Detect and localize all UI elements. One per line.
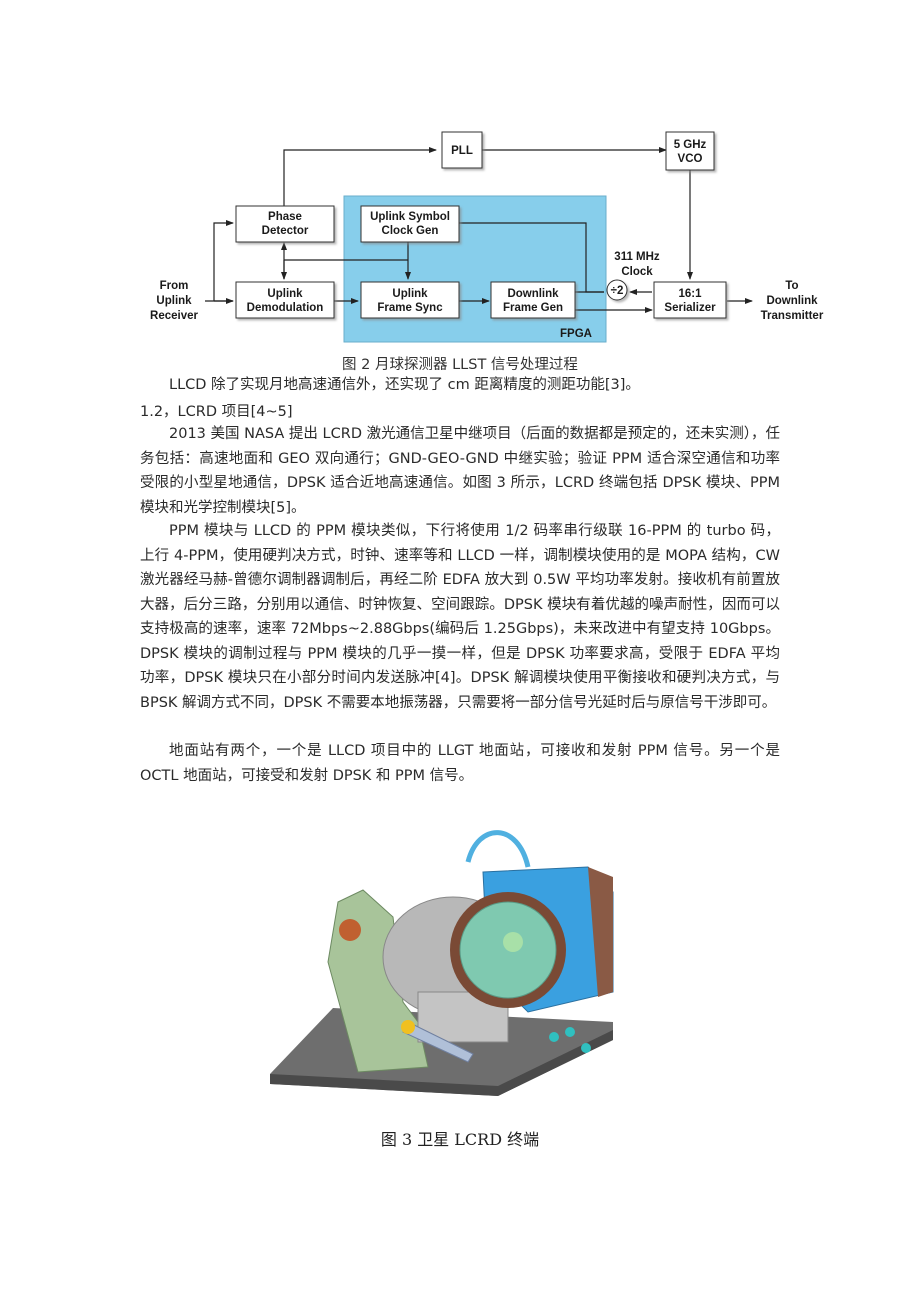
- clock-label: 311 MHz: [614, 251, 660, 263]
- svg-text:Serializer: Serializer: [664, 302, 716, 314]
- paragraph-ground-stations: 地面站有两个，一个是 LLCD 项目中的 LLGT 地面站，可接收和发射 PPM…: [140, 743, 780, 784]
- svg-text:VCO: VCO: [678, 153, 703, 165]
- fpga-label: FPGA: [560, 328, 592, 340]
- svg-text:Frame Sync: Frame Sync: [377, 302, 443, 314]
- svg-text:Demodulation: Demodulation: [247, 302, 324, 314]
- svg-text:Clock Gen: Clock Gen: [382, 225, 439, 237]
- phase-detector-block: Phase Detector: [235, 205, 335, 243]
- svg-text:Uplink Symbol: Uplink Symbol: [370, 211, 450, 223]
- svg-text:Frame Gen: Frame Gen: [503, 302, 563, 314]
- paragraph-lcrd-overview: 2013 美国 NASA 提出 LCRD 激光通信卫星中继项目（后面的数据都是预…: [140, 426, 780, 516]
- figure-2-caption: 图 2 月球探测器 LLST 信号处理过程: [342, 357, 578, 373]
- svg-text:Downlink: Downlink: [507, 288, 559, 300]
- svg-text:Phase: Phase: [268, 211, 302, 223]
- svg-text:PLL: PLL: [451, 145, 473, 157]
- figure-3-lcrd-terminal-image: [268, 822, 618, 1100]
- from-uplink-receiver-label: Uplink: [156, 295, 192, 307]
- uplink-symbol-clock-gen-block: Uplink Symbol Clock Gen: [360, 205, 460, 243]
- pll-block: PLL: [441, 131, 483, 169]
- serializer-block: 16:1 Serializer: [653, 281, 727, 319]
- vco-block: 5 GHz VCO: [665, 131, 715, 171]
- divide-by-two-block: ÷2: [606, 279, 628, 301]
- svg-text:5 GHz: 5 GHz: [674, 139, 707, 151]
- paragraph-llcd-ranging: LLCD 除了实现月地高速通信外，还实现了 cm 距离精度的测距功能[3]。: [169, 377, 640, 393]
- figure-3-caption: 图 3 卫星 LCRD 终端: [380, 1130, 540, 1149]
- clock-label: Clock: [621, 266, 653, 278]
- from-uplink-receiver-label: Receiver: [150, 310, 198, 322]
- to-downlink-transmitter-label: Transmitter: [761, 310, 824, 322]
- svg-text:÷2: ÷2: [611, 285, 624, 297]
- svg-text:Detector: Detector: [262, 225, 309, 237]
- paragraph-ppm-dpsk: PPM 模块与 LLCD 的 PPM 模块类似，下行将使用 1/2 码率串行级联…: [140, 523, 780, 711]
- to-downlink-transmitter-label: Downlink: [766, 295, 818, 307]
- svg-text:Uplink: Uplink: [392, 288, 428, 300]
- uplink-frame-sync-block: Uplink Frame Sync: [360, 281, 460, 319]
- to-downlink-transmitter-label: To: [785, 280, 798, 292]
- cable: [465, 830, 531, 868]
- section-heading-lcrd: 1.2，LCRD 项目[4~5]: [140, 404, 293, 420]
- svg-text:16:1: 16:1: [678, 288, 702, 300]
- downlink-frame-gen-block: Downlink Frame Gen: [490, 281, 576, 319]
- uplink-demodulation-block: Uplink Demodulation: [235, 281, 335, 319]
- figure-2-block-diagram: FPGA PLL 5 GHz VCO Phase Detector Uplink…: [140, 120, 840, 350]
- from-uplink-receiver-label: From: [160, 280, 189, 292]
- svg-text:Uplink: Uplink: [267, 288, 303, 300]
